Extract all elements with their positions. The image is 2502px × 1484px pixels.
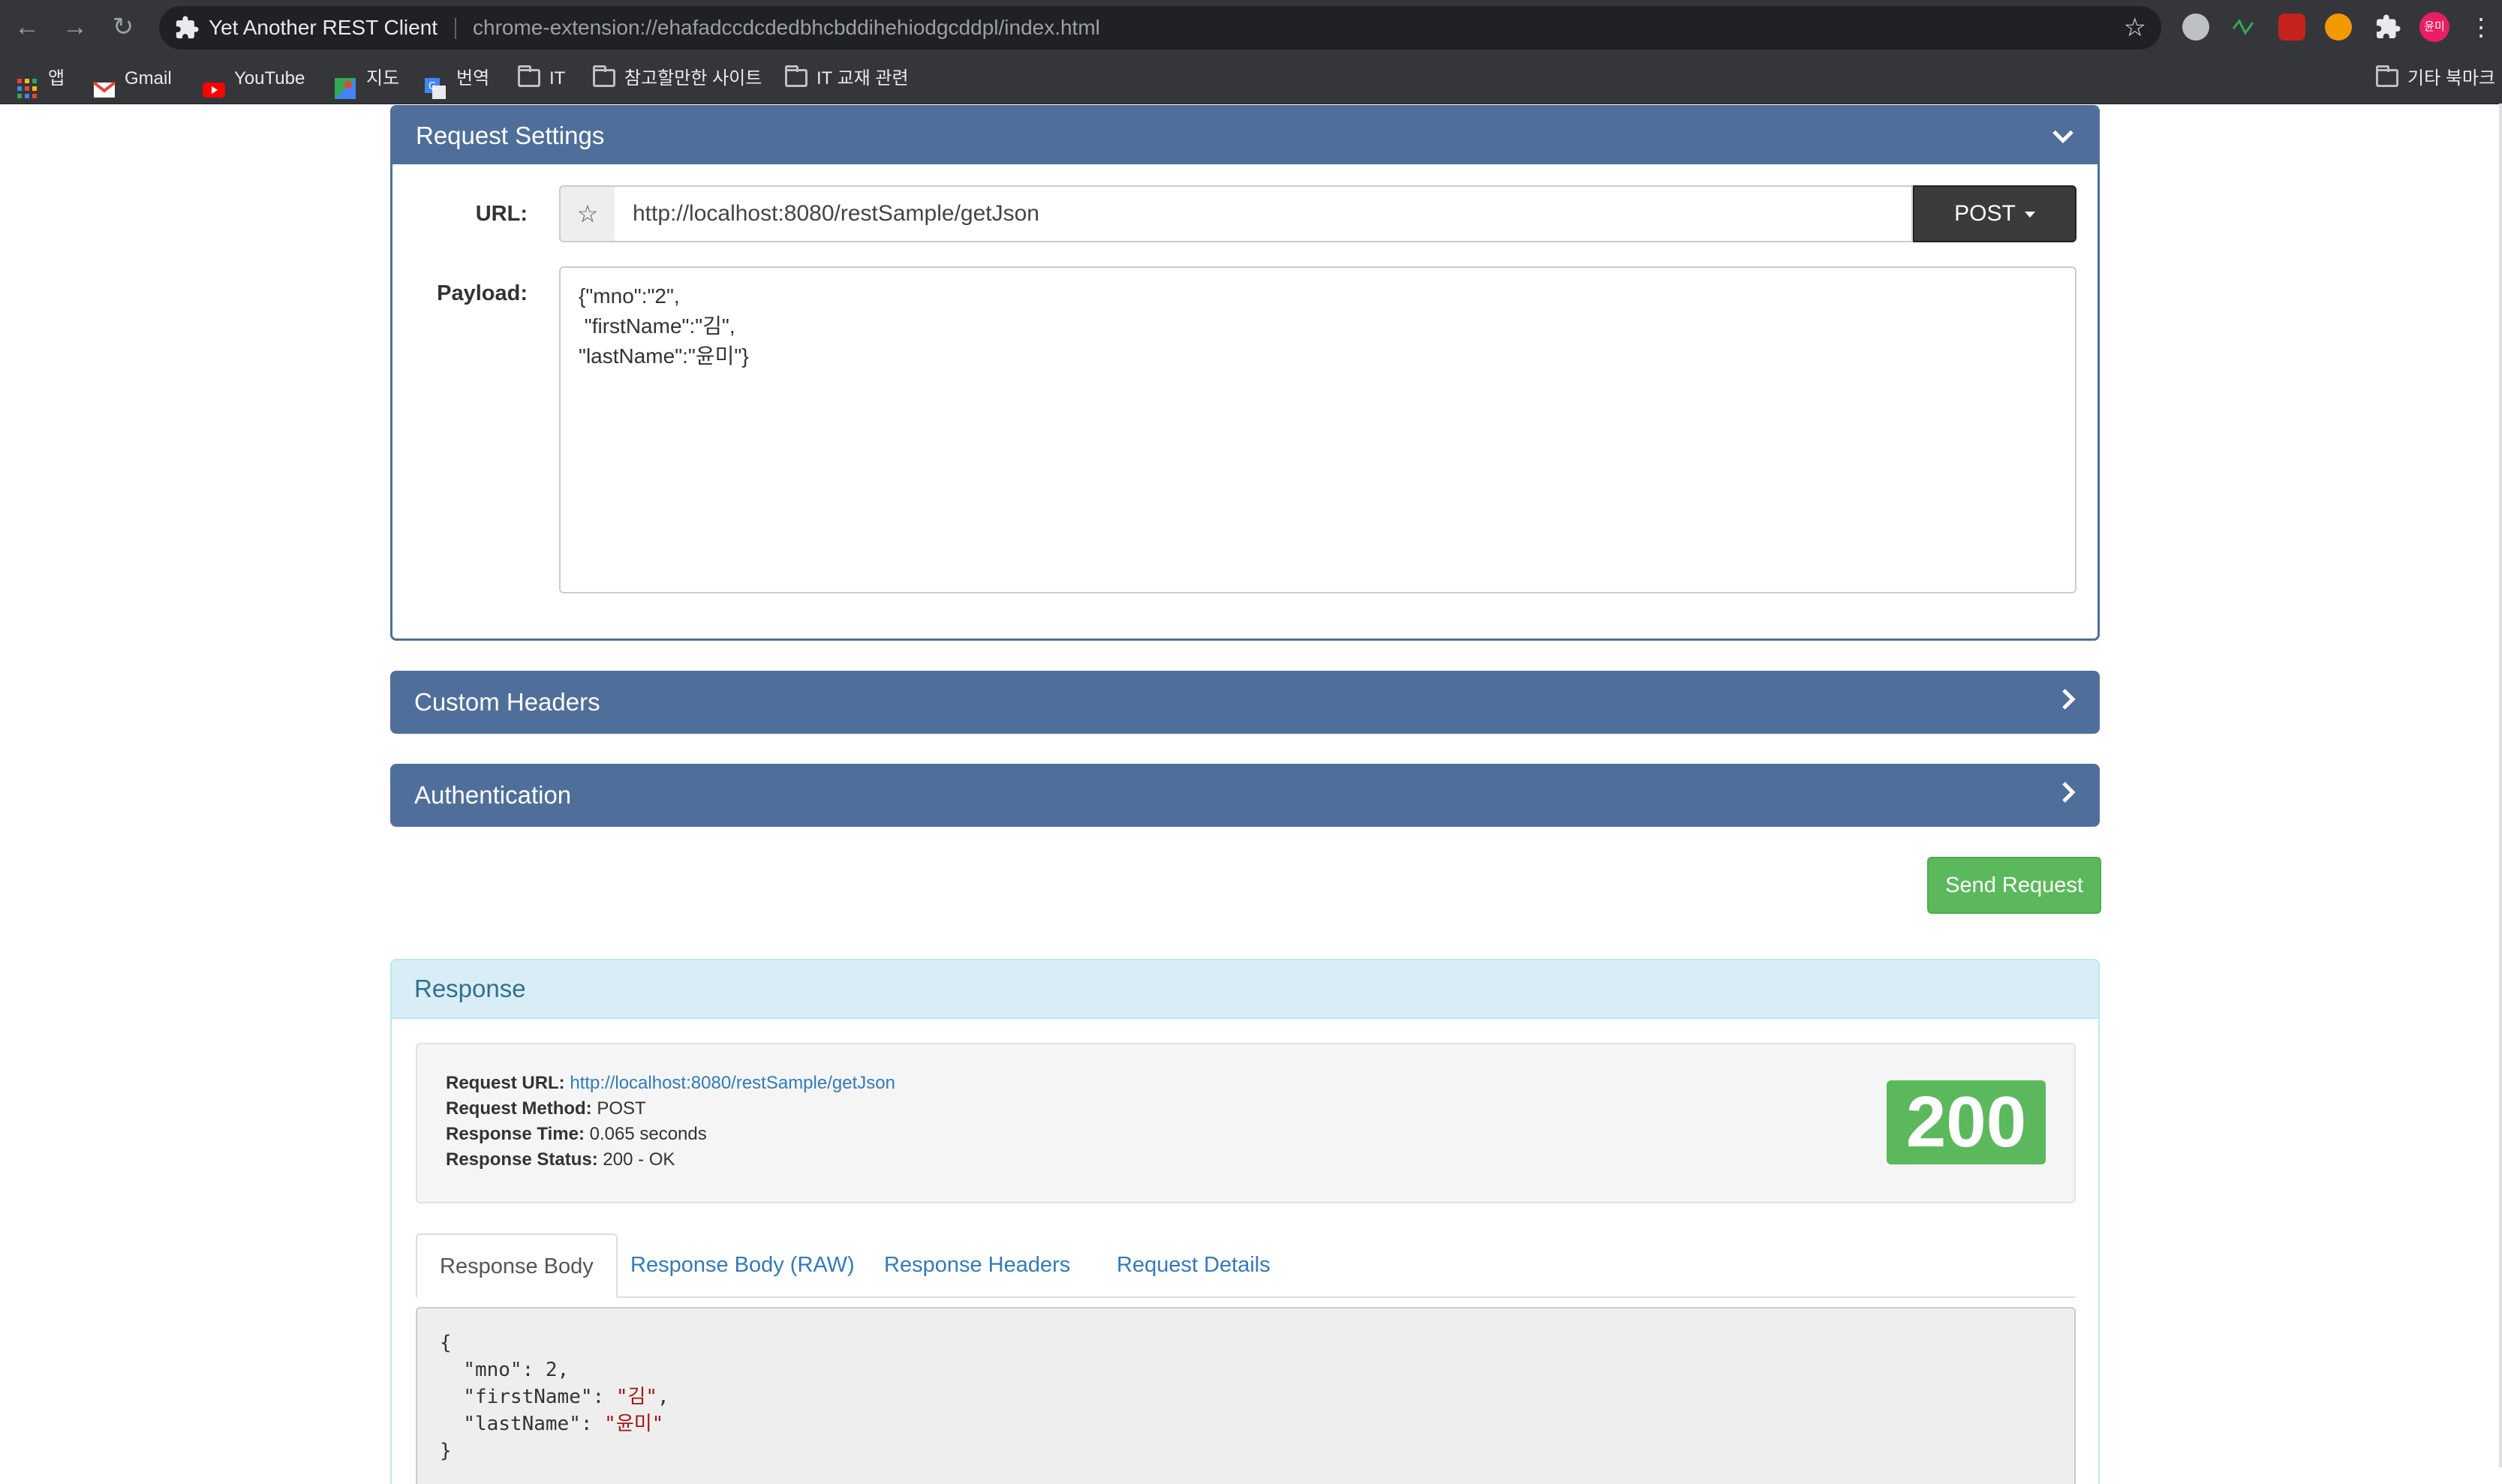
send-request-button[interactable]: Send Request	[1927, 857, 2101, 914]
bookmark-other[interactable]: 기타 북마크	[2376, 54, 2495, 104]
address-divider	[455, 18, 456, 39]
tab-request-details[interactable]: Request Details	[1094, 1233, 1293, 1296]
bookmark-apps[interactable]: 앱	[17, 54, 65, 104]
response-status-label: Response Status:	[446, 1149, 598, 1170]
browser-toolbar: ← → ↻ Yet Another REST Client chrome-ext…	[0, 0, 2502, 54]
bookmark-label: IT 교재 관련	[816, 68, 909, 89]
youtube-icon	[203, 69, 225, 98]
response-time-line: Response Time: 0.065 seconds	[446, 1124, 707, 1145]
request-url-label: Request URL:	[446, 1073, 565, 1093]
bookmark-label: IT	[549, 68, 566, 89]
chevron-down-icon[interactable]	[2052, 107, 2074, 164]
bookmark-maps[interactable]: 지도	[335, 54, 399, 104]
address-url[interactable]: chrome-extension://ehafadccdcdedbhcbddih…	[473, 6, 1100, 50]
response-body-code: { "mno": 2, "firstName": "김", "lastName"…	[416, 1307, 2076, 1484]
bookmark-label: 참고할만한 사이트	[624, 68, 762, 89]
request-settings-panel: Request Settings URL: ☆ http://localhost…	[390, 105, 2100, 641]
authentication-title: Authentication	[414, 781, 572, 809]
authentication-panel: Authentication	[390, 764, 2100, 827]
folder-icon	[785, 65, 807, 87]
url-input-group: ☆ http://localhost:8080/restSample/getJs…	[559, 185, 2076, 242]
response-status-line: Response Status: 200 - OK	[446, 1149, 675, 1170]
svg-text:G: G	[429, 81, 436, 92]
custom-headers-panel: Custom Headers	[390, 671, 2100, 734]
tab-response-body-raw[interactable]: Response Body (RAW)	[608, 1233, 877, 1296]
bookmarks-bar: 앱 Gmail YouTube 지도 G 번역 IT 참고할만한 사이트 IT …	[0, 54, 2502, 104]
response-tabs: Response Body Response Body (RAW) Respon…	[416, 1233, 2076, 1298]
request-settings-title: Request Settings	[416, 122, 605, 149]
extension-cookie-icon[interactable]	[2325, 14, 2352, 41]
url-label: URL:	[475, 202, 528, 226]
json-close-brace: }	[440, 1440, 452, 1462]
extension-book-icon[interactable]	[2278, 14, 2305, 41]
request-settings-header[interactable]: Request Settings	[392, 107, 2098, 164]
json-key: "lastName"	[463, 1413, 581, 1435]
status-code-badge: 200	[1887, 1080, 2046, 1164]
response-summary: Request URL: http://localhost:8080/restS…	[416, 1043, 2076, 1203]
bookmark-label: 번역	[456, 68, 490, 89]
page-title: Yet Another REST Client	[209, 16, 438, 39]
extensions-menu-icon[interactable]	[2374, 14, 2401, 41]
method-dropdown-button[interactable]: POST	[1913, 185, 2076, 242]
bookmark-folder-textbook[interactable]: IT 교재 관련	[785, 54, 909, 104]
response-panel: Response Request URL: http://localhost:8…	[390, 959, 2100, 1484]
json-value: "윤미"	[604, 1413, 664, 1435]
response-status-value: 200 - OK	[603, 1149, 675, 1170]
method-label: POST	[1954, 201, 2016, 226]
response-time-label: Response Time:	[446, 1124, 585, 1144]
folder-icon	[2376, 65, 2398, 87]
bookmark-folder-it[interactable]: IT	[518, 54, 565, 104]
gmail-icon	[92, 69, 116, 98]
extension-circle-icon[interactable]	[2182, 14, 2209, 41]
url-input[interactable]: http://localhost:8080/restSample/getJson	[615, 185, 1913, 242]
bookmark-folder-reference[interactable]: 참고할만한 사이트	[593, 54, 762, 104]
translate-icon: G	[425, 69, 447, 99]
browser-menu-icon[interactable]: ⋮	[2469, 11, 2493, 44]
extension-puzzle-icon	[174, 15, 200, 41]
back-icon[interactable]: ←	[11, 11, 44, 44]
page-scrollbar[interactable]	[2499, 104, 2502, 1467]
payload-textarea[interactable]: {"mno":"2", "firstName":"김", "lastName":…	[559, 266, 2076, 593]
request-url-link[interactable]: http://localhost:8080/restSample/getJson	[570, 1073, 895, 1093]
bookmark-label: 기타 북마크	[2407, 68, 2496, 89]
bookmark-apps-label: 앱	[48, 68, 65, 89]
profile-avatar[interactable]: 윤미	[2419, 12, 2449, 42]
json-key: "mno"	[463, 1359, 522, 1381]
caret-down-icon	[2024, 212, 2035, 218]
chevron-right-icon[interactable]	[2061, 671, 2076, 734]
bookmark-translate[interactable]: G 번역	[425, 54, 489, 104]
maps-icon	[335, 69, 357, 99]
bookmark-gmail[interactable]: Gmail	[92, 54, 172, 104]
tab-response-body[interactable]: Response Body	[416, 1233, 618, 1298]
request-method-line: Request Method: POST	[446, 1098, 646, 1119]
bookmark-label: YouTube	[234, 68, 305, 89]
chevron-right-icon[interactable]	[2061, 764, 2076, 827]
json-value: "김"	[615, 1386, 658, 1408]
address-bar[interactable]: Yet Another REST Client chrome-extension…	[159, 6, 2161, 50]
bookmark-star-icon[interactable]: ☆	[2124, 6, 2146, 50]
json-key: "firstName"	[463, 1386, 593, 1408]
payload-label: Payload:	[437, 281, 528, 305]
bookmark-label: 지도	[366, 68, 400, 89]
json-value: 2	[545, 1359, 558, 1381]
bookmark-label: Gmail	[125, 68, 172, 89]
apps-grid-icon	[17, 69, 39, 98]
request-method-label: Request Method:	[446, 1098, 592, 1119]
favorite-star-icon[interactable]: ☆	[559, 185, 616, 242]
response-title: Response	[392, 960, 2098, 1019]
response-time-value: 0.065 seconds	[589, 1124, 707, 1144]
forward-icon[interactable]: →	[59, 11, 92, 44]
json-open-brace: {	[440, 1332, 452, 1354]
bookmark-youtube[interactable]: YouTube	[203, 54, 305, 104]
tab-response-headers[interactable]: Response Headers	[862, 1233, 1093, 1296]
authentication-header[interactable]: Authentication	[390, 764, 2100, 827]
folder-icon	[593, 65, 615, 87]
request-url-line: Request URL: http://localhost:8080/restS…	[446, 1073, 895, 1094]
reload-icon[interactable]: ↻	[107, 11, 140, 44]
request-method-value: POST	[597, 1098, 646, 1119]
folder-icon	[518, 65, 540, 87]
extension-wave-icon[interactable]	[2230, 14, 2257, 41]
custom-headers-header[interactable]: Custom Headers	[390, 671, 2100, 734]
custom-headers-title: Custom Headers	[414, 688, 600, 716]
